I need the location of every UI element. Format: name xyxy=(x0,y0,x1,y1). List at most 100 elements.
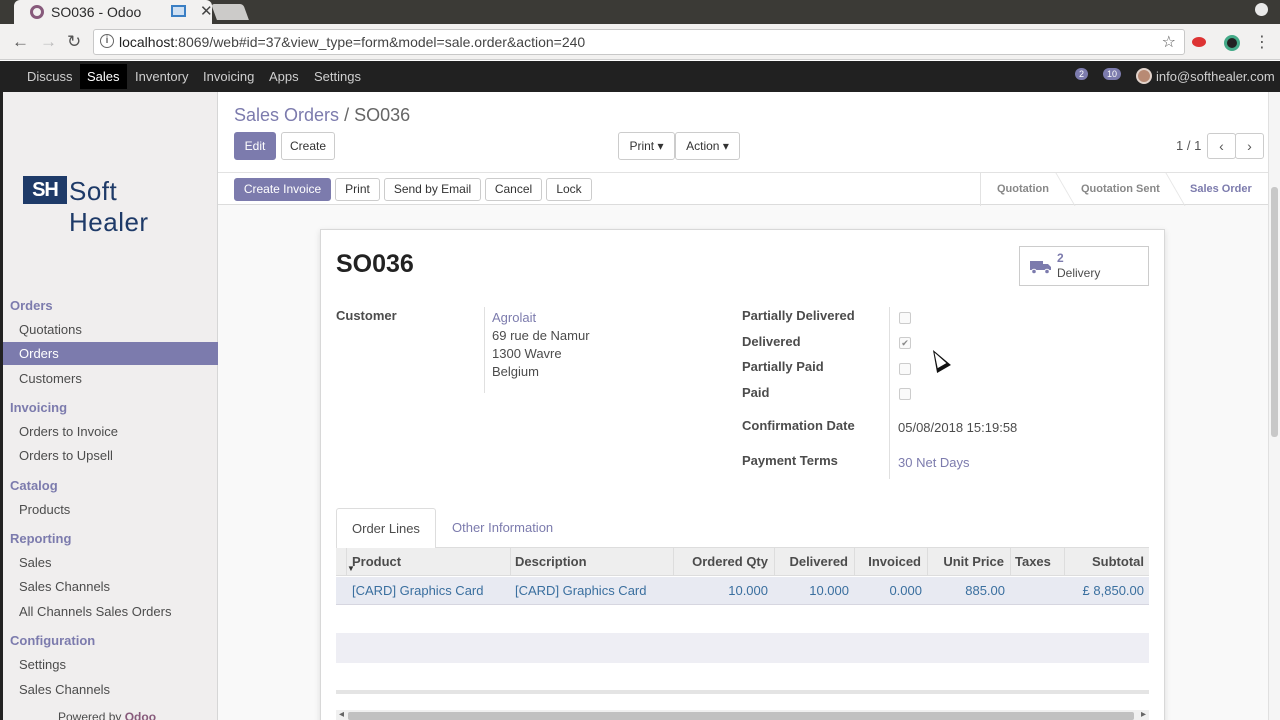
partially-delivered-checkbox[interactable] xyxy=(899,312,911,324)
profile-icon[interactable] xyxy=(1255,3,1268,16)
pager-value[interactable]: 1 / 1 xyxy=(1176,138,1201,153)
create-invoice-button[interactable]: Create Invoice xyxy=(234,178,331,201)
control-panel: Sales Orders / SO036 Edit Create Print ▾… xyxy=(218,92,1268,206)
paid-checkbox[interactable] xyxy=(899,388,911,400)
status-divider xyxy=(1165,173,1186,206)
cell-unit-price[interactable]: 885.00 xyxy=(965,583,1005,598)
customer-name-link[interactable]: Agrolait xyxy=(492,310,536,325)
cell-delivered[interactable]: 10.000 xyxy=(809,583,849,598)
chat-badge[interactable]: 2 xyxy=(1075,68,1089,80)
sidebar-item-orders-to-upsell[interactable]: Orders to Upsell xyxy=(19,448,113,463)
menu-invoicing[interactable]: Invoicing xyxy=(203,69,254,84)
sidebar-section-reporting[interactable]: Reporting xyxy=(10,531,71,546)
scroll-right-icon[interactable]: ▸ xyxy=(1141,709,1146,720)
scrollbar-thumb[interactable] xyxy=(348,712,1134,720)
status-steps: Quotation Quotation Sent Sales Order xyxy=(980,173,1268,206)
edit-button[interactable]: Edit xyxy=(234,132,276,160)
sidebar-item-sales[interactable]: Sales xyxy=(19,555,52,570)
column-subtotal[interactable]: Subtotal xyxy=(1092,554,1144,569)
browser-menu-icon[interactable]: ⋮ xyxy=(1254,32,1270,52)
sidebar-item-customers[interactable]: Customers xyxy=(19,371,82,386)
column-ordered-qty[interactable]: Ordered Qty xyxy=(692,554,768,569)
sidebar-item-settings[interactable]: Settings xyxy=(19,657,66,672)
powered-by-brand[interactable]: Odoo xyxy=(125,710,156,720)
cell-invoiced[interactable]: 0.000 xyxy=(889,583,922,598)
partially-paid-checkbox[interactable] xyxy=(899,363,911,375)
sidebar-section-catalog[interactable]: Catalog xyxy=(10,478,58,493)
print-button[interactable]: Print xyxy=(335,178,380,201)
menu-discuss[interactable]: Discuss xyxy=(27,69,73,84)
horizontal-scrollbar[interactable]: ◂ ▸ xyxy=(336,709,1149,720)
forward-icon[interactable]: → xyxy=(40,32,57,52)
user-email[interactable]: info@softhealer.com xyxy=(1156,69,1275,84)
reload-icon[interactable]: ↻ xyxy=(67,32,81,52)
info-icon[interactable]: i xyxy=(100,34,114,48)
column-invoiced[interactable]: Invoiced xyxy=(868,554,921,569)
extension-icon[interactable] xyxy=(1224,35,1240,51)
odoo-favicon-icon xyxy=(30,5,44,19)
status-step-quotation[interactable]: Quotation xyxy=(997,183,1049,195)
empty-row xyxy=(336,633,1149,663)
cell-product[interactable]: [CARD] Graphics Card xyxy=(352,583,483,598)
delivered-checkbox[interactable]: ✔ xyxy=(899,337,911,349)
browser-tab[interactable]: SO036 - Odoo ✕ xyxy=(14,0,213,24)
extension-icon[interactable] xyxy=(1192,37,1206,47)
new-tab-button[interactable] xyxy=(211,4,249,20)
table-header: ▼ Product Description Ordered Qty Delive… xyxy=(336,548,1149,576)
sidebar-item-all-channels-sales-orders[interactable]: All Channels Sales Orders xyxy=(19,604,171,619)
sidebar-section-invoicing[interactable]: Invoicing xyxy=(10,400,67,415)
sidebar-section-configuration[interactable]: Configuration xyxy=(10,633,95,648)
action-dropdown[interactable]: Action ▾ xyxy=(675,132,740,160)
column-product[interactable]: Product xyxy=(352,554,401,569)
customer-address-line3: Belgium xyxy=(492,364,539,379)
column-unit-price[interactable]: Unit Price xyxy=(943,554,1004,569)
cancel-button[interactable]: Cancel xyxy=(485,178,542,201)
lock-button[interactable]: Lock xyxy=(546,178,592,201)
sidebar-section-orders[interactable]: Orders xyxy=(10,298,53,313)
customer-address-line2: 1300 Wavre xyxy=(492,346,562,361)
bookmark-star-icon[interactable]: ☆ xyxy=(1162,32,1176,52)
avatar[interactable] xyxy=(1136,68,1152,84)
status-step-sales-order[interactable]: Sales Order xyxy=(1190,183,1252,195)
sidebar: SH Soft Healer Orders Quotations Orders … xyxy=(0,92,218,720)
column-description[interactable]: Description xyxy=(515,554,587,569)
delivery-smart-button[interactable]: 2 Delivery xyxy=(1019,246,1149,286)
scroll-left-icon[interactable]: ◂ xyxy=(339,709,344,720)
create-button[interactable]: Create xyxy=(281,132,335,160)
sidebar-item-orders[interactable]: Orders xyxy=(3,342,218,365)
menu-inventory[interactable]: Inventory xyxy=(135,69,188,84)
pager-previous-icon[interactable]: ‹ xyxy=(1207,133,1236,159)
address-bar[interactable]: i localhost:8069/web#id=37&view_type=for… xyxy=(93,29,1185,55)
table-row[interactable]: [CARD] Graphics Card [CARD] Graphics Car… xyxy=(336,577,1149,605)
cell-subtotal[interactable]: £ 8,850.00 xyxy=(1083,583,1144,598)
sidebar-item-quotations[interactable]: Quotations xyxy=(19,322,82,337)
sidebar-item-sales-channels[interactable]: Sales Channels xyxy=(19,579,110,594)
browser-tab-bar: SO036 - Odoo ✕ xyxy=(0,0,1280,24)
sidebar-item-config-sales-channels[interactable]: Sales Channels xyxy=(19,682,110,697)
cell-description[interactable]: [CARD] Graphics Card xyxy=(515,583,646,598)
tab-order-lines[interactable]: Order Lines xyxy=(336,508,436,549)
menu-settings[interactable]: Settings xyxy=(314,69,361,84)
scrollbar-thumb[interactable] xyxy=(1271,187,1278,437)
payment-terms-link[interactable]: 30 Net Days xyxy=(898,455,970,470)
pager-next-icon[interactable]: › xyxy=(1235,133,1264,159)
breadcrumb: Sales Orders / SO036 xyxy=(234,105,410,126)
tab-other-information[interactable]: Other Information xyxy=(437,508,568,548)
column-delivered[interactable]: Delivered xyxy=(789,554,848,569)
messages-badge[interactable]: 10 xyxy=(1103,68,1122,80)
breadcrumb-parent[interactable]: Sales Orders xyxy=(234,105,339,125)
back-icon[interactable]: ← xyxy=(12,32,29,52)
status-step-quotation-sent[interactable]: Quotation Sent xyxy=(1081,183,1160,195)
page-title: SO036 xyxy=(336,250,414,278)
sidebar-item-orders-to-invoice[interactable]: Orders to Invoice xyxy=(19,424,118,439)
cell-ordered-qty[interactable]: 10.000 xyxy=(728,583,768,598)
sidebar-item-products[interactable]: Products xyxy=(19,502,70,517)
menu-apps[interactable]: Apps xyxy=(269,69,299,84)
column-taxes[interactable]: Taxes xyxy=(1015,554,1051,569)
send-email-button[interactable]: Send by Email xyxy=(384,178,481,201)
vertical-scrollbar[interactable] xyxy=(1268,92,1280,720)
truck-icon xyxy=(1030,261,1051,274)
field-divider xyxy=(889,307,890,479)
print-dropdown[interactable]: Print ▾ xyxy=(618,132,675,160)
menu-sales[interactable]: Sales xyxy=(80,64,127,89)
